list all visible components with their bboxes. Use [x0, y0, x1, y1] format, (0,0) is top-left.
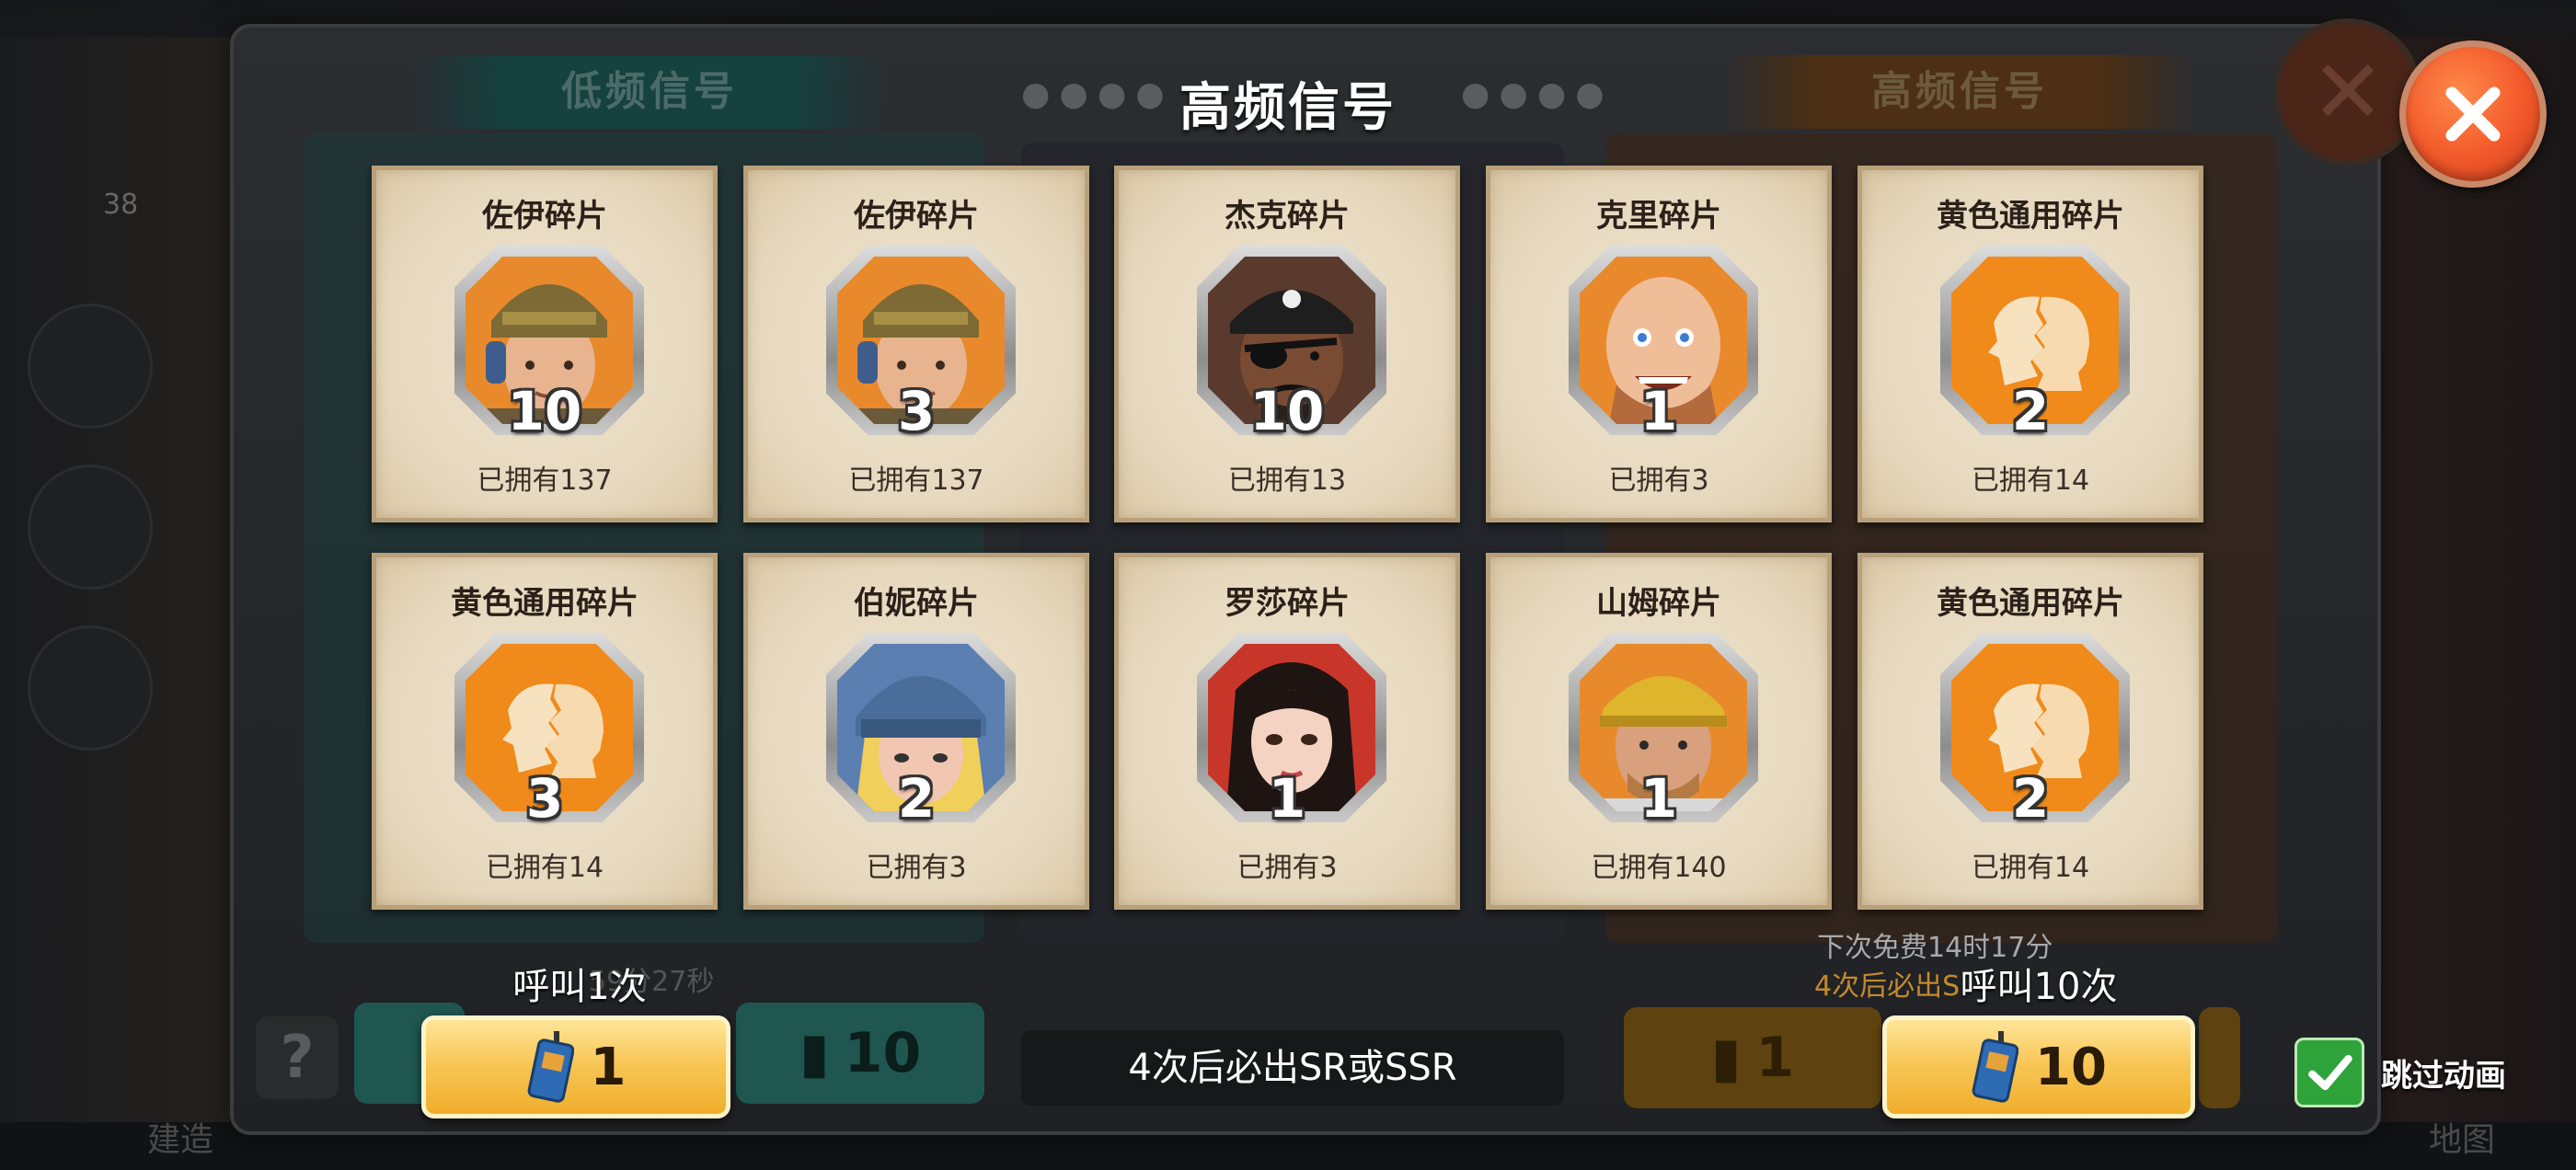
close-icon [2445, 86, 2501, 142]
reward-quantity: 10 [507, 380, 582, 442]
reward-owned-count: 已拥有3 [1608, 465, 1709, 497]
background-build-label: 建造 [147, 1121, 214, 1159]
reward-name: 山姆碎片 [1596, 585, 1721, 622]
page-title: 高频信号 [1179, 78, 1397, 138]
reward-name: 罗莎碎片 [1225, 585, 1350, 622]
reward-name: 黄色通用碎片 [1937, 198, 2124, 235]
reward-card[interactable]: 克里碎片 1 已拥有3 [1486, 166, 1832, 522]
reward-owned-count: 已拥有14 [1971, 465, 2090, 497]
reward-owned-count: 已拥有3 [866, 852, 967, 884]
walkie-talkie-icon [1972, 1031, 2019, 1103]
background-amber-edge [2199, 1007, 2240, 1108]
close-button[interactable] [2399, 40, 2547, 188]
reward-owned-count: 已拥有3 [1236, 852, 1338, 884]
reward-card[interactable]: 佐伊碎片 10 已拥有137 [372, 166, 718, 522]
call-ten-label: 呼叫10次 [1960, 966, 2118, 1008]
background-menu-button [28, 465, 153, 590]
reward-name: 佐伊碎片 [854, 198, 979, 235]
reward-name: 克里碎片 [1596, 198, 1721, 235]
call-once-label: 呼叫1次 [512, 966, 647, 1008]
background-amber-cost: 1 [1755, 1026, 1795, 1090]
background-teal-ten-button: ▮ 10 [736, 1003, 984, 1104]
call-ten-button[interactable]: 10 [1882, 1015, 2195, 1118]
reward-card[interactable]: 罗莎碎片 1 已拥有3 [1114, 553, 1460, 910]
background-map-label: 地图 [2429, 1121, 2496, 1159]
guarantee-text: 4次后必出SR或SSR [1021, 1030, 1564, 1106]
reward-owned-count: 已拥有140 [1591, 852, 1727, 884]
reward-name: 伯妮碎片 [854, 585, 979, 622]
background-menu-button [28, 304, 153, 429]
call-once-cost: 1 [590, 1037, 627, 1097]
reward-owned-count: 已拥有137 [848, 465, 984, 497]
walkie-talkie-icon: ▮ [1710, 1026, 1742, 1090]
skip-animation-toggle[interactable]: 跳过动画 [2294, 1038, 2506, 1107]
call-ten-cost: 10 [2035, 1037, 2107, 1097]
check-icon [2308, 1054, 2352, 1091]
reward-quantity: 1 [1268, 767, 1306, 830]
reward-quantity: 3 [525, 767, 564, 830]
reward-name: 佐伊碎片 [482, 198, 607, 235]
background-menu-button [28, 625, 153, 751]
reward-card[interactable]: 黄色通用碎片 2 已拥有14 [1857, 553, 2203, 910]
reward-owned-count: 已拥有14 [485, 852, 604, 884]
reward-card[interactable]: 山姆碎片 1 已拥有140 [1486, 553, 1832, 910]
reward-quantity: 1 [1639, 380, 1678, 442]
reward-quantity: 10 [1249, 380, 1325, 442]
background-level-badge: 38 [103, 189, 139, 221]
reward-card[interactable]: 黄色通用碎片 3 已拥有14 [372, 553, 718, 910]
call-once-button[interactable]: 1 [421, 1015, 730, 1118]
walkie-talkie-icon [527, 1031, 574, 1103]
reward-quantity: 1 [1639, 767, 1678, 830]
reward-owned-count: 已拥有14 [1971, 852, 2090, 884]
reward-quantity: 3 [897, 380, 936, 442]
background-teal-cost: 10 [844, 1021, 922, 1085]
reward-card[interactable]: 伯妮碎片 2 已拥有3 [743, 553, 1089, 910]
reward-card[interactable]: 杰克碎片 10 已拥有13 [1114, 166, 1460, 522]
background-right-character [2374, 37, 2576, 1122]
reward-card[interactable]: 佐伊碎片 3 已拥有137 [743, 166, 1089, 522]
skip-animation-checkbox[interactable] [2294, 1038, 2364, 1107]
reward-owned-count: 已拥有137 [477, 465, 613, 497]
background-amber-button: ▮ 1 [1624, 1007, 1881, 1108]
reward-owned-count: 已拥有13 [1227, 465, 1347, 497]
walkie-talkie-icon: ▮ [799, 1021, 830, 1085]
reward-quantity: 2 [2011, 380, 2050, 442]
reward-name: 杰克碎片 [1225, 198, 1350, 235]
reward-name: 黄色通用碎片 [451, 585, 638, 622]
reward-quantity: 2 [897, 767, 936, 830]
help-icon: ? [256, 1016, 339, 1099]
reward-card[interactable]: 黄色通用碎片 2 已拥有14 [1857, 166, 2203, 522]
reward-quantity: 2 [2011, 767, 2050, 830]
reward-name: 黄色通用碎片 [1937, 585, 2124, 622]
skip-animation-label: 跳过动画 [2381, 1057, 2506, 1095]
